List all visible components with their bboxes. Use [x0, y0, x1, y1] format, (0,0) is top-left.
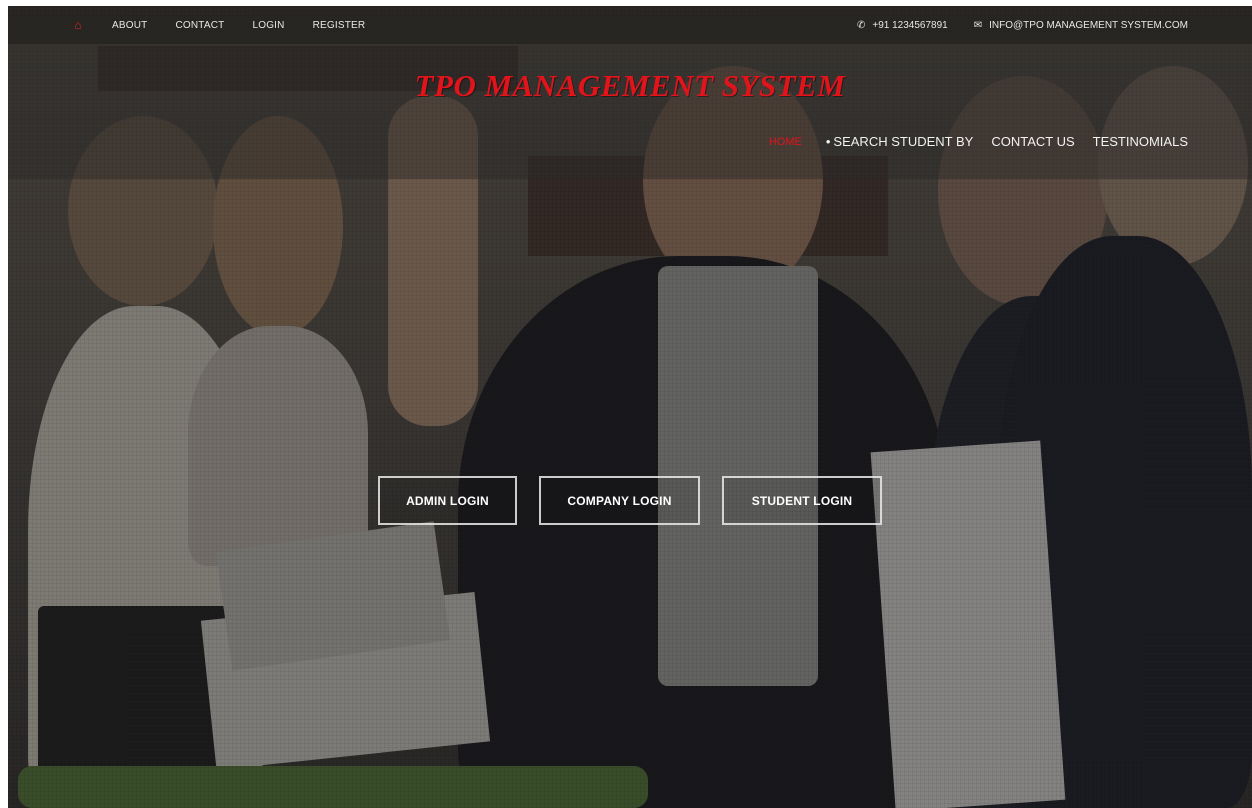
top-nav-login[interactable]: LOGIN	[252, 20, 284, 31]
nav-testimonials[interactable]: TESTINOMIALS	[1093, 134, 1188, 149]
top-nav-register[interactable]: REGISTER	[313, 20, 366, 31]
top-nav: ⌂ ABOUT CONTACT LOGIN REGISTER	[70, 18, 393, 32]
nav-contact-us[interactable]: CONTACT US	[991, 134, 1074, 149]
page: ⌂ ABOUT CONTACT LOGIN REGISTER ✆ +91 123…	[8, 6, 1252, 808]
site-header: TPO MANAGEMENT SYSTEM HOME • SEARCH STUDE…	[8, 44, 1252, 179]
site-title[interactable]: TPO MANAGEMENT SYSTEM	[8, 68, 1252, 104]
top-nav-contact[interactable]: CONTACT	[175, 20, 224, 31]
phone-icon: ✆	[856, 19, 866, 31]
nav-search-student-by[interactable]: • SEARCH STUDENT BY	[826, 134, 973, 149]
envelope-icon: ✉	[973, 19, 983, 31]
phone-number: +91 1234567891	[872, 19, 948, 31]
student-login-button[interactable]: STUDENT LOGIN	[722, 476, 882, 525]
contact-info: ✆ +91 1234567891 ✉ INFO@TPO MANAGEMENT S…	[831, 20, 1188, 31]
home-icon[interactable]: ⌂	[70, 18, 86, 32]
admin-login-button[interactable]: ADMIN LOGIN	[378, 476, 517, 525]
top-bar: ⌂ ABOUT CONTACT LOGIN REGISTER ✆ +91 123…	[8, 6, 1252, 44]
main-nav: HOME • SEARCH STUDENT BY CONTACT US TESTI…	[751, 134, 1188, 149]
nav-search-label: SEARCH STUDENT BY	[833, 134, 974, 149]
phone-info: ✆ +91 1234567891	[857, 20, 948, 31]
email-info: ✉ INFO@TPO MANAGEMENT SYSTEM.COM	[974, 20, 1188, 31]
login-buttons: ADMIN LOGIN COMPANY LOGIN STUDENT LOGIN	[378, 476, 882, 525]
dropdown-bullet-icon: •	[825, 134, 831, 149]
company-login-button[interactable]: COMPANY LOGIN	[539, 476, 700, 525]
top-nav-about[interactable]: ABOUT	[112, 20, 147, 31]
email-address: INFO@TPO MANAGEMENT SYSTEM.COM	[989, 19, 1188, 31]
nav-home[interactable]: HOME	[769, 136, 802, 148]
